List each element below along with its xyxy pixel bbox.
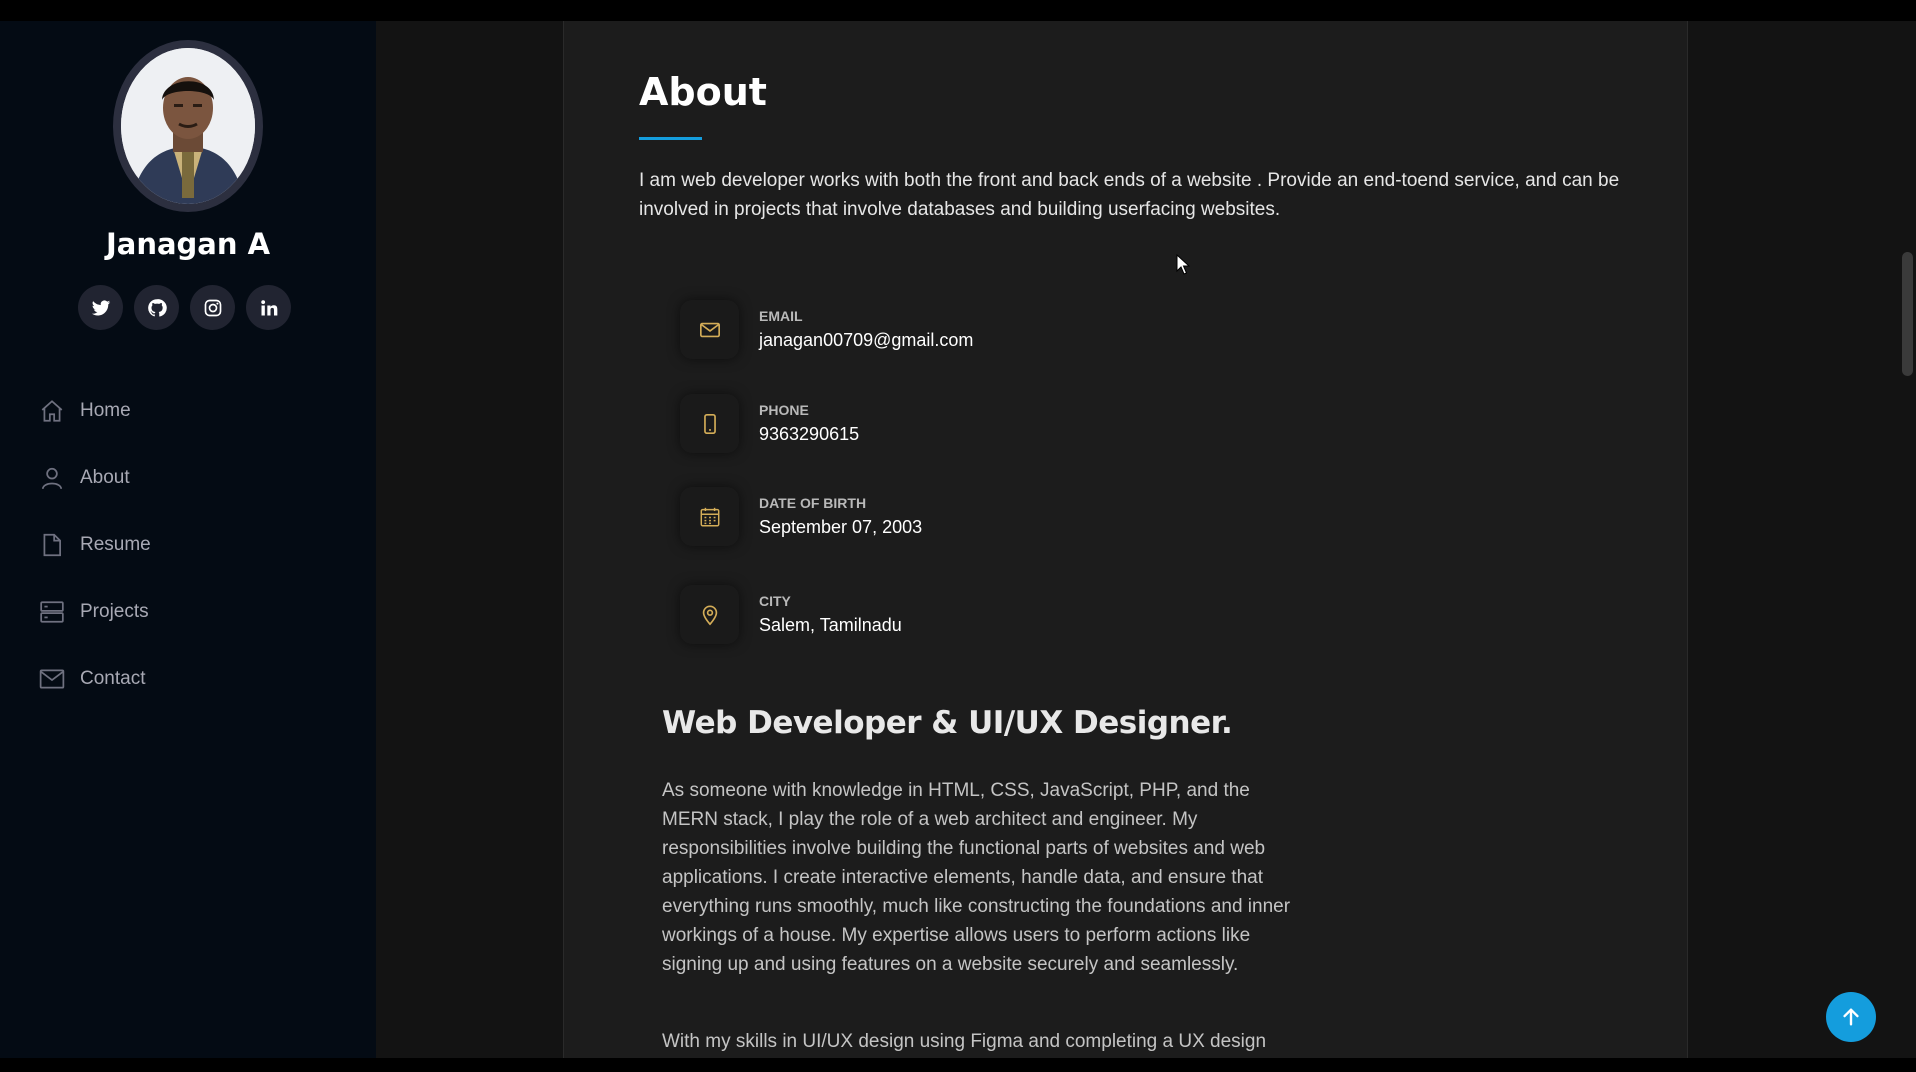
instagram-icon [204,299,221,316]
github-icon [147,298,167,317]
profile-name: Janagan A [105,227,271,261]
linkedin-icon [260,299,277,315]
instagram-link[interactable] [190,285,235,330]
page-background-right [1688,21,1916,1058]
about-intro: I am web developer works with both the f… [639,170,1620,220]
nav-item-label: Home [80,399,131,421]
role-title: Web Developer & UI/UX Designer. [662,705,1233,741]
nav-item-about[interactable]: About [38,444,151,511]
file-icon [38,531,66,559]
server-icon [38,598,66,626]
github-link[interactable] [134,285,179,330]
email-value: janagan00709@gmail.com [759,330,974,350]
side-nav: Home About Resume Projects Contact [38,377,151,712]
nav-item-projects[interactable]: Projects [38,578,151,645]
nav-item-label: Resume [80,533,151,555]
mouse-cursor-icon [1176,254,1190,275]
top-bar [0,0,1916,21]
calendar-icon [680,487,739,546]
linkedin-link[interactable] [246,285,291,330]
role-description-continued: With my skills in UI/UX design using Fig… [662,1031,1267,1052]
twitter-icon [91,299,110,315]
title-underline [639,137,702,140]
back-to-top-button[interactable] [1826,992,1876,1042]
about-section: About I am web developer works with both… [563,21,1688,1058]
nav-item-label: Contact [80,667,146,689]
phone-icon [680,394,739,453]
info-phone: PHONE 9363290615 [680,394,859,453]
info-label: EMAIL [759,308,803,324]
person-icon [38,464,66,492]
page-background-left [376,21,563,1058]
scrollbar-thumb[interactable] [1902,252,1913,376]
info-email: EMAIL janagan00709@gmail.com [680,300,973,359]
avatar [113,40,263,212]
map-pin-icon [680,585,739,644]
envelope-icon [38,665,66,693]
nav-item-resume[interactable]: Resume [38,511,151,578]
sidebar: Janagan A Home About Resume Projects Con… [0,21,376,1058]
info-label: PHONE [759,402,809,418]
dob-value: September 07, 2003 [759,517,923,537]
phone-value: 9363290615 [759,424,860,444]
bottom-bar [0,1058,1916,1072]
home-icon [38,397,66,425]
city-value: Salem, Tamilnadu [759,615,902,635]
envelope-icon [680,300,739,359]
role-description: As someone with knowledge in HTML, CSS, … [662,780,1291,975]
info-date-of-birth: DATE OF BIRTH September 07, 2003 [680,487,922,546]
info-label: CITY [759,593,791,609]
social-links [78,285,291,330]
nav-item-home[interactable]: Home [38,377,151,444]
twitter-link[interactable] [78,285,123,330]
arrow-up-icon [1843,1008,1859,1026]
nav-item-label: Projects [80,600,149,622]
nav-item-contact[interactable]: Contact [38,645,151,712]
info-label: DATE OF BIRTH [759,495,867,511]
info-city: CITY Salem, Tamilnadu [680,585,902,644]
nav-item-label: About [80,466,130,488]
section-title: About [639,70,767,114]
